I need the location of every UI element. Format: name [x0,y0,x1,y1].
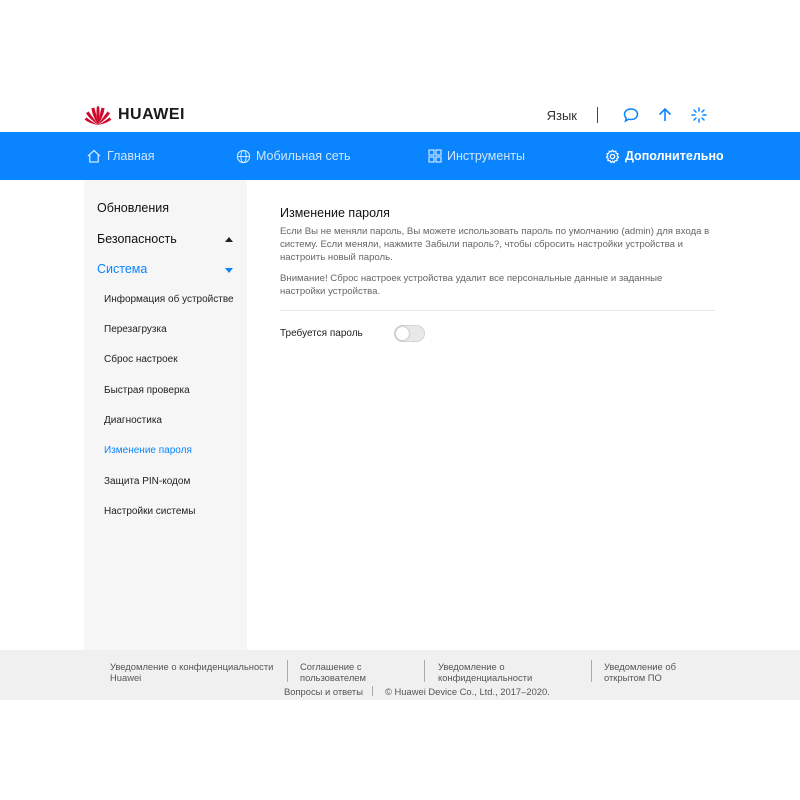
upload-arrow-icon[interactable] [656,106,674,124]
sidebar-subitem-reset[interactable]: Сброс настроек [104,354,178,365]
section-divider [280,310,715,311]
footer-link-faq[interactable]: Вопросы и ответы [284,686,363,697]
sidebar-subitem-pin-protection[interactable]: Защита PIN-кодом [104,476,190,487]
sidebar: Обновления Безопасность Система Информац… [84,180,247,650]
nav-mobile-network[interactable]: Мобильная сеть [236,132,351,180]
sidebar-item-updates[interactable]: Обновления [97,201,169,215]
gear-icon [605,149,620,163]
footer-link-huawei-privacy[interactable]: Уведомление о конфиденциальности Huawei [110,661,280,683]
footer-copyright: © Huawei Device Co., Ltd., 2017–2020. [385,686,550,697]
home-icon [87,149,101,163]
sidebar-subitem-device-info[interactable]: Информация об устройстве [104,294,234,305]
huawei-logo: HUAWEI [84,104,185,126]
sidebar-item-system[interactable]: Система [97,262,147,276]
password-required-toggle[interactable] [394,325,425,342]
warning-paragraph: Внимание! Сброс настроек устройства удал… [280,273,663,297]
toggle-knob [396,327,409,340]
loading-spinner-icon [690,106,708,124]
sidebar-subitem-quick-check[interactable]: Быстрая проверка [104,385,190,396]
footer-divider [424,660,425,682]
brand-name: HUAWEI [118,106,185,123]
header-actions: Язык [547,106,708,124]
nav-advanced[interactable]: Дополнительно [605,132,724,180]
sidebar-subitem-diagnostics[interactable]: Диагностика [104,415,162,426]
footer-divider [287,660,288,682]
sidebar-subitem-reboot[interactable]: Перезагрузка [104,324,167,335]
footer-link-user-agreement[interactable]: Соглашение с пользователем [300,661,380,683]
huawei-flower-icon [84,106,112,125]
globe-icon [236,149,251,163]
info-paragraph: Если Вы не меняли пароль, Вы можете испо… [280,226,710,263]
nav-advanced-label: Дополнительно [625,149,724,163]
nav-tools-label: Инструменты [447,149,525,163]
page-title: Изменение пароля [280,206,390,220]
nav-home[interactable]: Главная [86,132,155,180]
password-required-label: Требуется пароль [280,328,363,339]
language-menu[interactable]: Язык [547,108,577,123]
nav-mobile-network-label: Мобильная сеть [256,149,351,163]
main-nav: Главная Мобильная сеть Инструменты Допол… [0,132,800,180]
top-header: HUAWEI Язык [0,96,800,132]
sidebar-subitem-system-settings[interactable]: Настройки системы [104,506,196,517]
sidebar-item-security[interactable]: Безопасность [97,232,177,246]
chevron-down-icon[interactable] [225,268,233,273]
grid-icon [428,149,442,163]
chat-icon[interactable] [622,106,640,124]
footer: Уведомление о конфиденциальности Huawei … [0,650,800,700]
nav-tools[interactable]: Инструменты [428,132,525,180]
footer-link-privacy-notice[interactable]: Уведомление о конфиденциальности [438,661,548,683]
footer-divider [591,660,592,682]
footer-link-open-source[interactable]: Уведомление об открытом ПО [604,661,684,683]
chevron-up-icon[interactable] [225,237,233,242]
sidebar-subitem-change-password[interactable]: Изменение пароля [104,445,192,456]
footer-divider [372,686,373,696]
header-divider [597,107,598,123]
nav-home-label: Главная [107,149,155,163]
